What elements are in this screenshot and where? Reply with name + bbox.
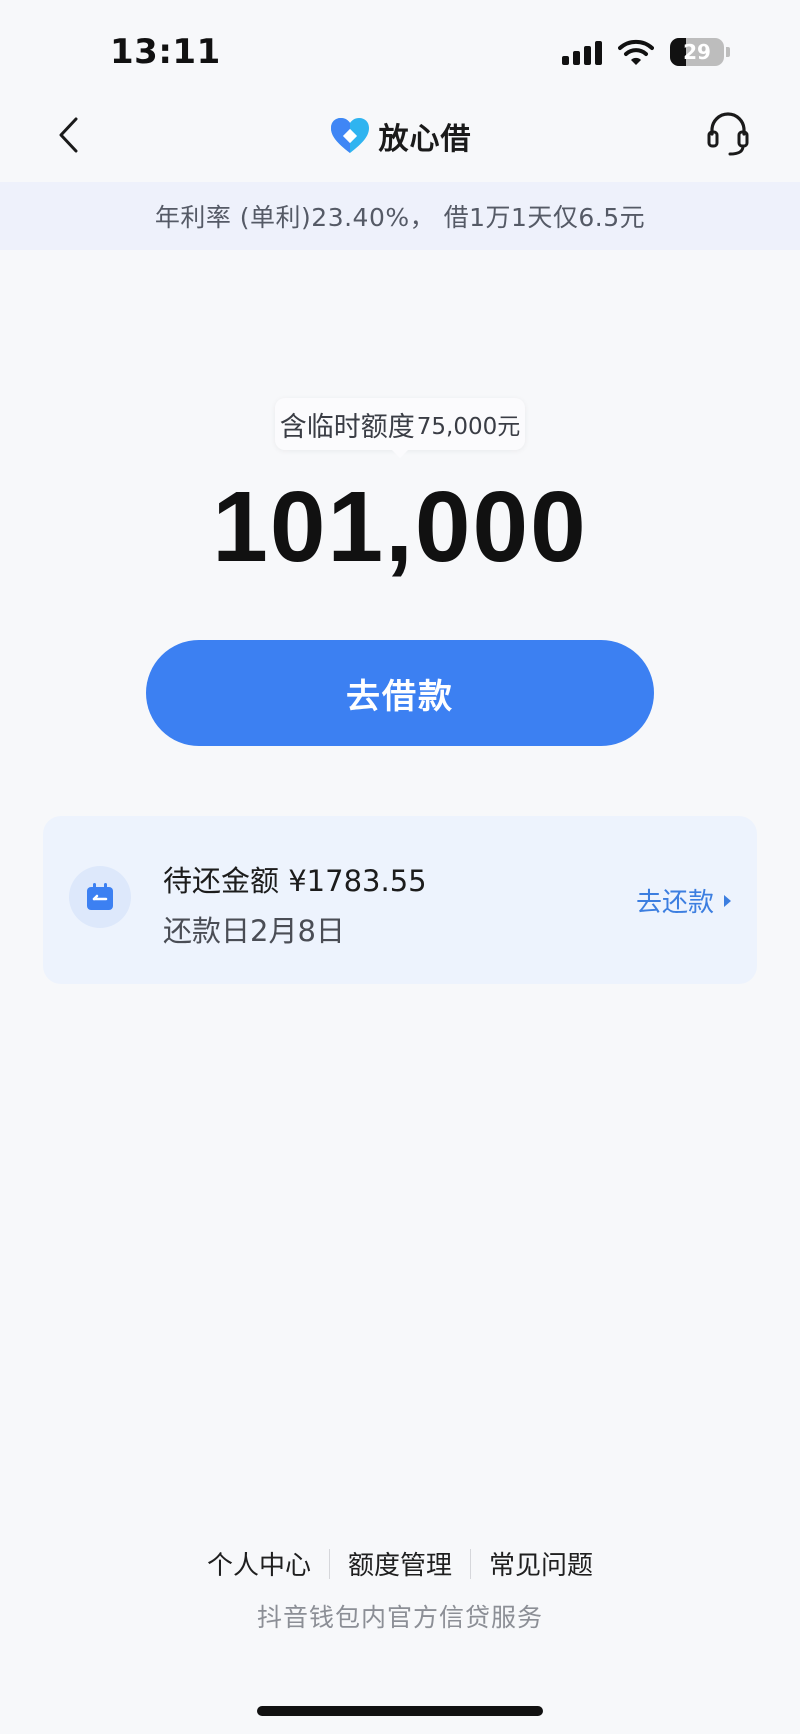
service-provider-note: 抖音钱包内官方信贷服务 (256, 1603, 543, 1632)
temporary-quota-amount: 75,000元 (416, 414, 521, 440)
battery-level: 29 (683, 40, 711, 64)
temporary-quota-tag: 含临时额度 75,000元 (275, 398, 525, 458)
borrow-button-label: 去借款 (346, 677, 454, 716)
customer-service-button[interactable] (704, 108, 752, 160)
footer-link-quota-management[interactable]: 额度管理 (330, 1545, 470, 1582)
loan-home-screen: 13:11 29 放心借 年利率 (单利)23.40%， 借1万1天仅6.5元 … (0, 0, 800, 1734)
home-indicator[interactable] (257, 1706, 543, 1716)
page-title: 放心借 (378, 122, 472, 157)
calendar-badge (69, 866, 131, 928)
footer-links: 个人中心 额度管理 常见问题 (0, 1545, 800, 1582)
status-bar: 13:11 29 (0, 0, 800, 100)
headset-icon (707, 112, 749, 156)
status-icons: 29 (562, 38, 730, 66)
repay-now-link[interactable]: 去还款 (636, 882, 731, 919)
repay-now-label: 去还款 (635, 888, 714, 918)
pending-repayment-amount: ¥1783.55 (288, 864, 427, 898)
interest-rate-banner: 年利率 (单利)23.40%， 借1万1天仅6.5元 (0, 182, 800, 250)
repayment-card[interactable]: 待还金额 ¥1783.55 还款日2月8日 去还款 (43, 816, 757, 984)
calendar-icon (87, 883, 113, 910)
nav-title: 放心借 (0, 114, 800, 158)
available-credit-amount: 101,000 (212, 471, 588, 583)
pending-repayment: 待还金额 ¥1783.55 (163, 858, 427, 900)
signal-icon (562, 39, 602, 65)
pending-repayment-label: 待还金额 (163, 864, 280, 898)
interest-rate-text: 年利率 (单利)23.40%， 借1万1天仅6.5元 (154, 203, 646, 232)
chevron-right-icon (724, 894, 731, 907)
footer-link-faq[interactable]: 常见问题 (471, 1545, 611, 1582)
footer-link-personal-center[interactable]: 个人中心 (189, 1545, 329, 1582)
borrow-button[interactable]: 去借款 (146, 640, 654, 746)
heart-logo-icon (330, 118, 369, 153)
repayment-due-date: 还款日2月8日 (163, 914, 345, 948)
temporary-quota-label: 含临时额度 (279, 411, 415, 443)
battery-indicator: 29 (670, 38, 730, 66)
wifi-icon (618, 39, 654, 65)
battery-icon: 29 (670, 38, 724, 66)
status-time: 13:11 (110, 32, 221, 72)
nav-bar: 放心借 (0, 100, 800, 180)
